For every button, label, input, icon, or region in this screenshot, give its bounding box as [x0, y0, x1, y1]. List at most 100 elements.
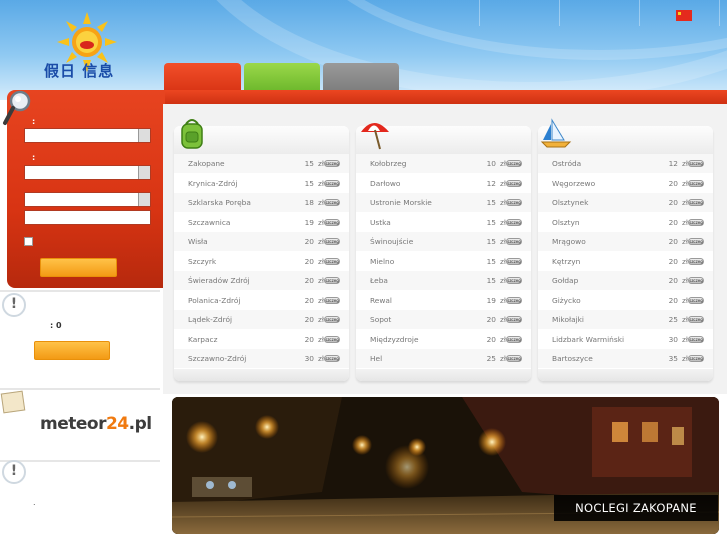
town-row[interactable]: Świeradów Zdrój 20 zł szczeg	[174, 271, 349, 291]
details-button[interactable]: szczeg	[506, 335, 522, 343]
meteor24-logo[interactable]: meteor24.pl	[40, 414, 152, 434]
town-name[interactable]: Świnoujście	[370, 237, 413, 246]
town-name[interactable]: Szczawno-Zdrój	[188, 354, 246, 363]
details-button[interactable]: szczeg	[688, 335, 704, 343]
town-row[interactable]: Darłowo 12 zł szczeg	[356, 174, 531, 193]
details-button[interactable]: szczeg	[506, 277, 522, 284]
details-button[interactable]: szczeg	[506, 257, 522, 265]
town-row[interactable]: Szczawno-Zdrój 30 zł szczeg	[174, 349, 349, 369]
tab-2[interactable]	[244, 63, 320, 91]
town-row[interactable]: Hel 25 zł szczeg	[356, 349, 531, 369]
details-button[interactable]: szczeg	[324, 277, 340, 284]
town-name[interactable]: Lidzbark Warmiński	[552, 335, 624, 344]
town-name[interactable]: Olsztyn	[552, 218, 580, 227]
town-name[interactable]: Węgorzewo	[552, 179, 595, 188]
chevron-down-icon[interactable]	[138, 193, 150, 206]
town-row[interactable]: Krynica-Zdrój 15 zł szczeg	[174, 174, 349, 193]
town-name[interactable]: Szczawnica	[188, 218, 230, 227]
details-button[interactable]: szczeg	[506, 316, 522, 323]
town-name[interactable]: Lądek-Zdrój	[188, 315, 232, 324]
details-button[interactable]: szczeg	[688, 218, 704, 226]
details-button[interactable]: szczeg	[506, 179, 522, 187]
tab-3[interactable]	[323, 63, 399, 91]
details-button[interactable]: szczeg	[506, 296, 522, 304]
town-name[interactable]: Ostróda	[552, 159, 581, 168]
details-button[interactable]: szczeg	[324, 335, 340, 343]
town-row[interactable]: Lądek-Zdrój 20 zł szczeg	[174, 310, 349, 330]
details-button[interactable]: szczeg	[324, 218, 340, 226]
town-name[interactable]: Ustronie Morskie	[370, 198, 432, 207]
town-row[interactable]: Mikołajki 25 zł szczeg	[538, 310, 713, 330]
town-name[interactable]: Szczyrk	[188, 257, 216, 266]
town-name[interactable]: Mielno	[370, 257, 394, 266]
town-row[interactable]: Zakopane 15 zł szczeg	[174, 154, 349, 174]
search-select-2[interactable]	[24, 165, 151, 180]
town-name[interactable]: Mrągowo	[552, 237, 586, 246]
town-name[interactable]: Giżycko	[552, 296, 581, 305]
details-button[interactable]: szczeg	[688, 257, 704, 265]
details-button[interactable]: szczeg	[688, 160, 704, 167]
details-button[interactable]: szczeg	[688, 277, 704, 284]
town-row[interactable]: Sopot 20 zł szczeg	[356, 310, 531, 330]
town-row[interactable]: Międzyzdroje 20 zł szczeg	[356, 330, 531, 349]
town-row[interactable]: Węgorzewo 20 zł szczeg	[538, 174, 713, 193]
details-button[interactable]: szczeg	[688, 179, 704, 187]
search-button[interactable]	[40, 258, 117, 277]
town-row[interactable]: Łeba 15 zł szczeg	[356, 271, 531, 291]
photo-caption[interactable]: NOCLEGI ZAKOPANE	[554, 495, 718, 521]
town-row[interactable]: Mrągowo 20 zł szczeg	[538, 232, 713, 252]
search-select-3[interactable]	[24, 192, 151, 207]
tab-1[interactable]	[164, 63, 241, 91]
town-row[interactable]: Ostróda 12 zł szczeg	[538, 154, 713, 174]
search-input[interactable]	[24, 210, 151, 225]
details-button[interactable]: szczeg	[324, 238, 340, 245]
details-button[interactable]: szczeg	[506, 355, 522, 362]
town-name[interactable]: Rewal	[370, 296, 392, 305]
details-button[interactable]: szczeg	[688, 316, 704, 323]
town-row[interactable]: Kołobrzeg 10 zł szczeg	[356, 154, 531, 174]
chevron-down-icon[interactable]	[138, 129, 150, 142]
town-row[interactable]: Szklarska Poręba 18 zł szczeg	[174, 193, 349, 213]
town-name[interactable]: Zakopane	[188, 159, 225, 168]
town-row[interactable]: Karpacz 20 zł szczeg	[174, 330, 349, 349]
town-name[interactable]: Kętrzyn	[552, 257, 580, 266]
town-row[interactable]: Szczawnica 19 zł szczeg	[174, 213, 349, 232]
town-name[interactable]: Bartoszyce	[552, 354, 593, 363]
town-name[interactable]: Kołobrzeg	[370, 159, 406, 168]
details-button[interactable]: szczeg	[506, 218, 522, 226]
china-flag-icon[interactable]	[676, 10, 692, 21]
town-name[interactable]: Sopot	[370, 315, 391, 324]
details-button[interactable]: szczeg	[506, 238, 522, 245]
search-checkbox[interactable]	[24, 237, 33, 246]
town-row[interactable]: Kętrzyn 20 zł szczeg	[538, 252, 713, 271]
town-name[interactable]: Darłowo	[370, 179, 400, 188]
town-row[interactable]: Lidzbark Warmiński 30 zł szczeg	[538, 330, 713, 349]
details-button[interactable]: szczeg	[688, 199, 704, 206]
town-name[interactable]: Międzyzdroje	[370, 335, 419, 344]
town-name[interactable]: Ustka	[370, 218, 391, 227]
town-name[interactable]: Krynica-Zdrój	[188, 179, 237, 188]
town-row[interactable]: Olsztynek 20 zł szczeg	[538, 193, 713, 213]
town-row[interactable]: Bartoszyce 35 zł szczeg	[538, 349, 713, 369]
town-row[interactable]: Gołdap 20 zł szczeg	[538, 271, 713, 291]
details-button[interactable]: szczeg	[324, 179, 340, 187]
sidebar-button[interactable]	[34, 341, 110, 360]
town-row[interactable]: Szczyrk 20 zł szczeg	[174, 252, 349, 271]
details-button[interactable]: szczeg	[324, 199, 340, 206]
town-name[interactable]: Polanica-Zdrój	[188, 296, 241, 305]
details-button[interactable]: szczeg	[688, 238, 704, 245]
town-row[interactable]: Olsztyn 20 zł szczeg	[538, 213, 713, 232]
town-row[interactable]: Mielno 15 zł szczeg	[356, 252, 531, 271]
town-name[interactable]: Gołdap	[552, 276, 578, 285]
town-row[interactable]: Wisła 20 zł szczeg	[174, 232, 349, 252]
town-name[interactable]: Hel	[370, 354, 382, 363]
search-select-1[interactable]	[24, 128, 151, 143]
details-button[interactable]: szczeg	[324, 296, 340, 304]
details-button[interactable]: szczeg	[324, 257, 340, 265]
details-button[interactable]: szczeg	[324, 316, 340, 323]
town-name[interactable]: Mikołajki	[552, 315, 584, 324]
details-button[interactable]: szczeg	[688, 296, 704, 304]
chevron-down-icon[interactable]	[138, 166, 150, 179]
town-row[interactable]: Ustronie Morskie 15 zł szczeg	[356, 193, 531, 213]
town-row[interactable]: Ustka 15 zł szczeg	[356, 213, 531, 232]
